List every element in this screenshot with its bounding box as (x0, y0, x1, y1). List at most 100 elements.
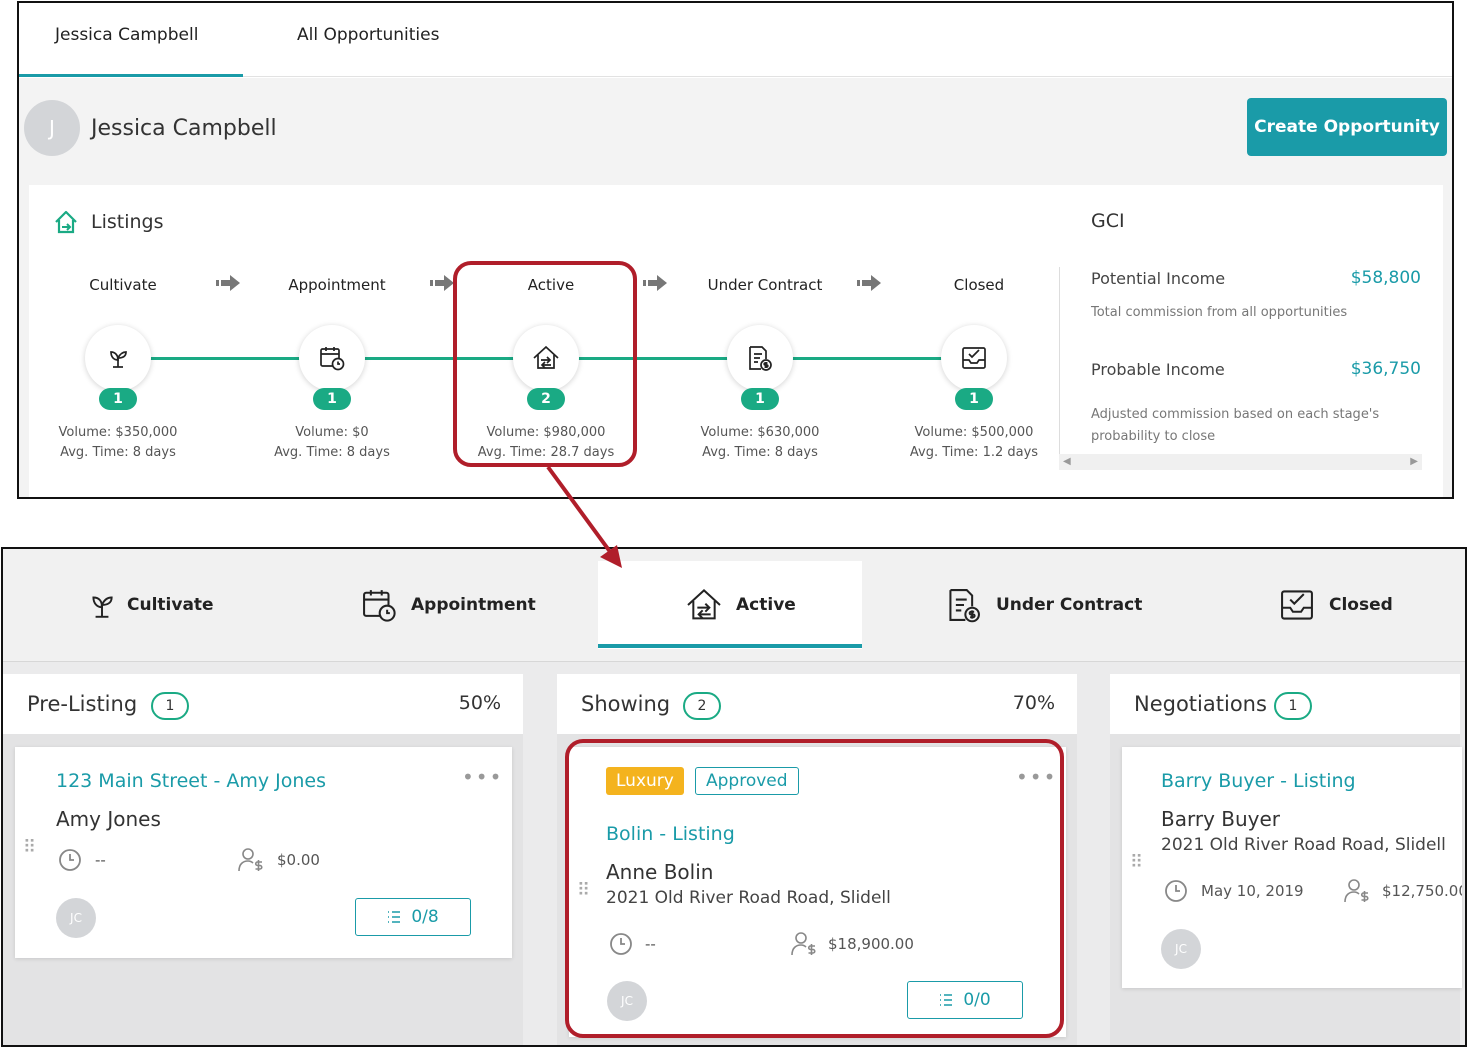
stage-under-contract[interactable] (727, 325, 793, 391)
column-pre-listing: Pre-Listing 1 50% 123 Main Street - Amy … (3, 674, 523, 1045)
probable-income-label: Probable Income (1091, 360, 1225, 379)
document-dollar-icon (749, 346, 772, 371)
tab-cultivate[interactable]: Cultivate (89, 585, 214, 625)
probable-income-desc: Adjusted commission based on each stage'… (1091, 407, 1380, 444)
stage-cultivate[interactable] (85, 325, 151, 391)
column-percent: 70% (1012, 692, 1055, 714)
horizontal-scrollbar[interactable]: ◀ ▶ (1059, 454, 1422, 470)
column-title: Pre-Listing (27, 692, 138, 716)
arrow-right-icon (857, 275, 881, 291)
stage-appointment[interactable] (299, 325, 365, 391)
more-dots-icon[interactable]: ••• (462, 765, 503, 789)
tab-jessica-campbell[interactable]: Jessica Campbell (55, 25, 198, 45)
card-title-link[interactable]: 123 Main Street - Amy Jones (56, 770, 326, 792)
plant-icon (92, 596, 113, 618)
active-tab-indicator (19, 74, 243, 77)
potential-income-desc: Total commission from all opportunities (1091, 305, 1348, 320)
stage-avg-time: Avg. Time: 1.2 days (909, 445, 1039, 460)
card-amount: $12,750.00 (1382, 882, 1462, 900)
gci-divider (1059, 267, 1060, 467)
task-progress-button[interactable]: 0/8 (355, 898, 471, 936)
stage-label-closed: Closed (953, 276, 1005, 294)
drag-handle-icon[interactable]: ⠿ (1130, 854, 1143, 872)
task-list-icon (388, 911, 401, 923)
arrow-right-icon (216, 275, 240, 291)
drag-handle-icon[interactable]: ⠿ (23, 839, 36, 857)
calendar-clock-icon (363, 590, 396, 622)
tab-closed[interactable]: Closed (1277, 585, 1393, 625)
column-header: Negotiations 1 (1110, 674, 1460, 734)
tab-label: Closed (1329, 595, 1393, 615)
avatar: JC (1161, 929, 1201, 969)
card-date: -- (95, 851, 106, 869)
probable-income-value: $36,750 (1350, 359, 1421, 379)
arrow-right-icon (643, 275, 667, 291)
stage-count-badge: 1 (741, 388, 779, 410)
opportunity-card[interactable]: 123 Main Street - Amy Jones ••• Amy Jone… (15, 747, 512, 958)
tab-appointment[interactable]: Appointment (359, 585, 536, 625)
potential-income-value: $58,800 (1350, 268, 1421, 288)
house-transfer-icon (687, 588, 721, 620)
clock-icon (59, 849, 81, 871)
stage-avg-time: Avg. Time: 8 days (274, 445, 390, 460)
tab-under-contract[interactable]: Under Contract (944, 585, 1142, 625)
person-dollar-icon (238, 848, 263, 872)
card-contact-name: Amy Jones (56, 807, 161, 831)
tab-label: Cultivate (127, 595, 214, 615)
card-address: 2021 Old River Road Road, Slidell (1161, 835, 1446, 855)
stage-label-under-contract: Under Contract (707, 276, 823, 294)
stage-count-badge: 1 (955, 388, 993, 410)
active-stage-tab-indicator (598, 644, 862, 648)
card-contact-name: Barry Buyer (1161, 807, 1281, 831)
house-up-icon (55, 210, 77, 234)
card-title-link[interactable]: Barry Buyer - Listing (1161, 770, 1356, 792)
pipeline-overview-panel: Jessica Campbell All Opportunities J Jes… (17, 1, 1454, 499)
avatar: J (24, 100, 80, 156)
tab-active[interactable]: Active (684, 585, 796, 625)
stage-volume: Volume: $350,000 (58, 425, 178, 440)
stage-count-badge: 1 (313, 388, 351, 410)
column-header: Showing 2 70% (557, 674, 1077, 734)
person-dollar-icon (1344, 879, 1369, 903)
avatar: JC (56, 898, 96, 938)
listings-title: Listings (91, 211, 164, 233)
stage-avg-time: Avg. Time: 8 days (60, 445, 176, 460)
column-count-badge: 2 (683, 692, 721, 720)
column-title: Showing (581, 692, 671, 716)
column-negotiations: Negotiations 1 Barry Buyer - Listing Bar… (1110, 674, 1462, 1045)
stage-volume: Volume: $500,000 (914, 425, 1034, 440)
tab-all-opportunities[interactable]: All Opportunities (297, 25, 439, 45)
task-count: 0/8 (411, 907, 439, 927)
document-dollar-icon (949, 589, 980, 623)
column-header: Pre-Listing 1 50% (3, 674, 523, 734)
user-name: Jessica Campbell (91, 116, 277, 141)
potential-income-label: Potential Income (1091, 269, 1226, 288)
plant-icon (110, 351, 127, 368)
column-count-badge: 1 (1274, 692, 1312, 720)
column-count-badge: 1 (151, 692, 189, 720)
gci-title: GCI (1091, 210, 1125, 232)
opportunity-card[interactable]: Barry Buyer - Listing Barry Buyer ⠿ 2021… (1122, 747, 1462, 988)
stage-label-appointment: Appointment (288, 276, 386, 294)
column-percent: 50% (458, 692, 501, 714)
create-opportunity-button[interactable]: Create Opportunity (1247, 98, 1447, 156)
card-date: May 10, 2019 (1201, 882, 1304, 900)
column-title: Negotiations (1134, 692, 1267, 716)
stage-volume: Volume: $0 (295, 425, 369, 440)
stage-avg-time: Avg. Time: 8 days (702, 445, 818, 460)
highlight-showing-card (565, 739, 1064, 1038)
tab-label: Under Contract (996, 595, 1143, 615)
top-tab-bar: Jessica Campbell All Opportunities (19, 3, 1452, 77)
scroll-left-arrow-icon[interactable]: ◀ (1063, 454, 1071, 470)
stage-tab-bar: Cultivate Appointment Active Under Contr… (3, 549, 1465, 662)
stage-closed[interactable] (941, 325, 1007, 391)
user-area: J Jessica Campbell Create Opportunity Li… (19, 78, 1452, 497)
card-amount: $0.00 (277, 851, 320, 869)
tab-label: Active (736, 595, 796, 615)
highlight-active-stage (453, 261, 637, 467)
stage-volume: Volume: $630,000 (700, 425, 820, 440)
tab-label: Appointment (411, 595, 536, 615)
pipeline-card: Listings Cultivate 1 Volume: $350,000 Av… (29, 185, 1443, 497)
clock-icon (1165, 880, 1187, 902)
scroll-right-arrow-icon[interactable]: ▶ (1410, 454, 1418, 470)
